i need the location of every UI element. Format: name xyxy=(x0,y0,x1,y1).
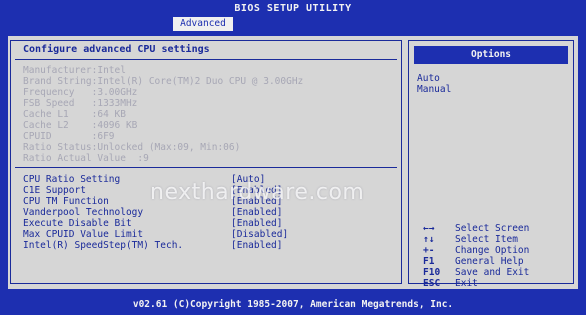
help-change-option: Change Option xyxy=(455,245,530,256)
value-speedstep[interactable]: [Enabled] xyxy=(231,240,282,251)
help-exit: Exit xyxy=(455,278,478,289)
info-brand-string: Brand String:Intel(R) Core(TM)2 Duo CPU … xyxy=(23,76,304,87)
help-general-help: General Help xyxy=(455,256,524,267)
info-ratio-status: Ratio Status:Unlocked (Max:09, Min:06) xyxy=(23,142,241,153)
panel-heading: Configure advanced CPU settings xyxy=(23,44,210,55)
watermark: nexthardware.com xyxy=(150,180,365,205)
setting-speedstep[interactable]: Intel(R) SpeedStep(TM) Tech. xyxy=(23,240,183,251)
options-panel: Options Auto Manual ←→ Select Screen ↑↓ … xyxy=(408,40,574,289)
left-right-arrows-icon: ←→ xyxy=(423,223,435,234)
info-cache-l2: Cache L2 :4096 KB xyxy=(23,120,138,131)
tab-advanced[interactable]: Advanced xyxy=(173,17,233,31)
options-header: Options xyxy=(414,46,568,64)
setting-c1e-support[interactable]: C1E Support xyxy=(23,185,86,196)
help-key-plus-minus: +- xyxy=(423,245,435,256)
setting-cpu-tm[interactable]: CPU TM Function xyxy=(23,196,109,207)
up-down-arrows-icon: ↑↓ xyxy=(423,234,435,245)
info-ratio-actual: Ratio Actual Value :9 xyxy=(23,153,149,164)
settings-panel: Configure advanced CPU settings Manufact… xyxy=(10,40,402,284)
title-bar: BIOS SETUP UTILITY Advanced xyxy=(0,0,586,36)
help-key-f1: F1 xyxy=(423,256,435,267)
help-key-esc: ESC xyxy=(423,278,441,289)
info-manufacturer: Manufacturer:Intel xyxy=(23,65,126,76)
value-execute-disable[interactable]: [Enabled] xyxy=(231,218,282,229)
value-max-cpuid[interactable]: [Disabled] xyxy=(231,229,288,240)
info-frequency: Frequency :3.00GHz xyxy=(23,87,138,98)
help-select-item: Select Item xyxy=(455,234,518,245)
help-save-exit: Save and Exit xyxy=(455,267,530,278)
info-cache-l1: Cache L1 :64 KB xyxy=(23,109,126,120)
help-key-f10: F10 xyxy=(423,267,441,278)
option-auto[interactable]: Auto xyxy=(417,73,440,84)
divider xyxy=(15,167,397,168)
info-fsb-speed: FSB Speed :1333MHz xyxy=(23,98,138,109)
divider xyxy=(15,59,397,60)
info-cpuid: CPUID :6F9 xyxy=(23,131,115,142)
setting-vanderpool[interactable]: Vanderpool Technology xyxy=(23,207,143,218)
setting-execute-disable[interactable]: Execute Disable Bit xyxy=(23,218,132,229)
option-manual[interactable]: Manual xyxy=(417,84,451,95)
footer-copyright: v02.61 (C)Copyright 1985-2007, American … xyxy=(0,294,586,315)
setting-max-cpuid[interactable]: Max CPUID Value Limit xyxy=(23,229,143,240)
bios-title: BIOS SETUP UTILITY xyxy=(234,3,352,14)
value-vanderpool[interactable]: [Enabled] xyxy=(231,207,282,218)
help-select-screen: Select Screen xyxy=(455,223,530,234)
setting-cpu-ratio[interactable]: CPU Ratio Setting xyxy=(23,174,120,185)
